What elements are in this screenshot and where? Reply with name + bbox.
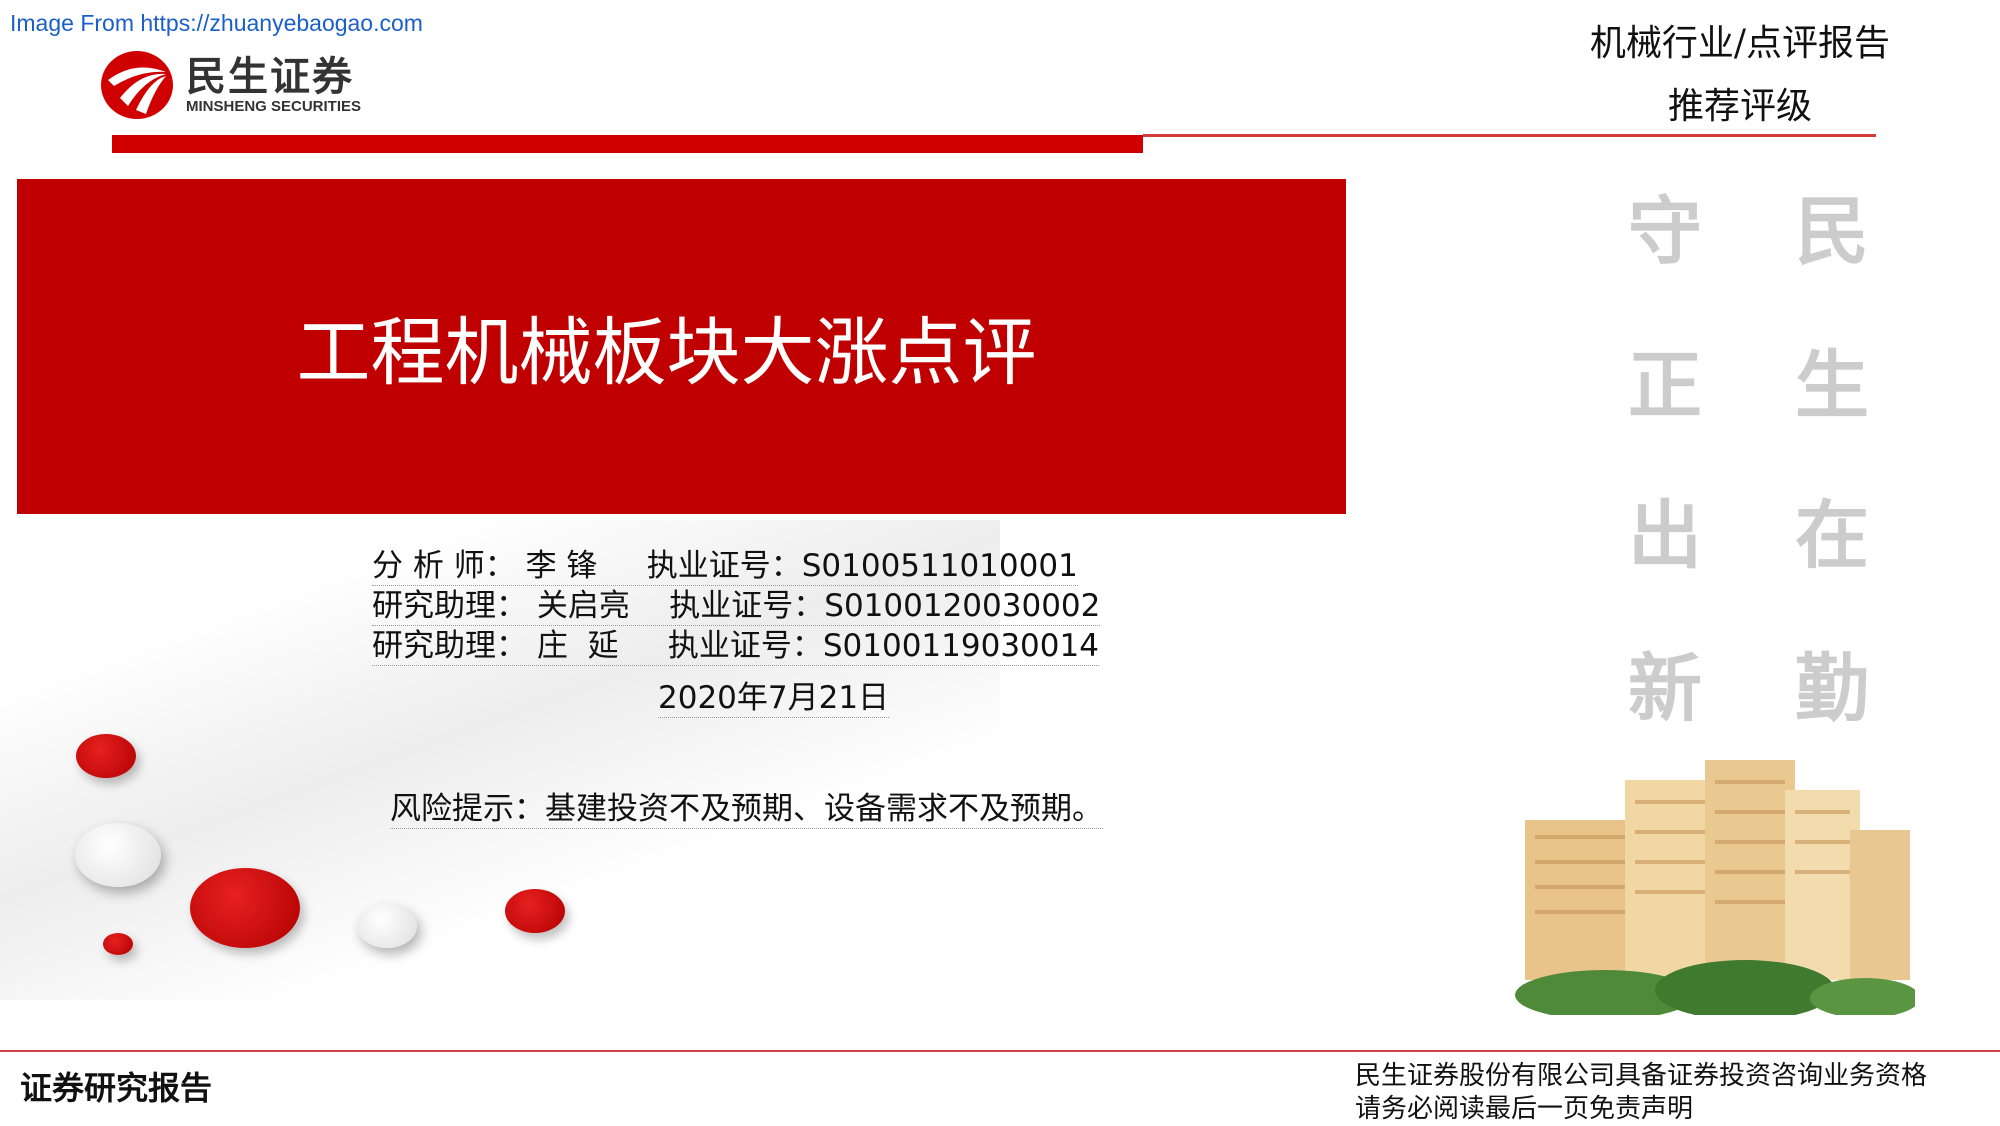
building-image: [1515, 760, 1915, 1015]
decor-dot: [190, 868, 300, 948]
footer-qualification: 民生证券股份有限公司具备证券投资咨询业务资格: [1355, 1061, 1928, 1091]
footer-disclaimer: 请务必阅读最后一页免责声明: [1355, 1094, 1694, 1124]
logo-cn: 民生证券: [186, 53, 354, 100]
report-title: 工程机械板块大涨点评: [296, 310, 1037, 396]
author-line: 研究助理： 庄 延 执业证号：S0100119030014: [372, 620, 1099, 666]
motto-char: 出: [1628, 493, 1702, 579]
decor-dot: [75, 823, 161, 887]
report-category: 机械行业/点评报告: [1589, 23, 1891, 64]
motto-char: 正: [1628, 343, 1702, 429]
motto-char: 勤: [1795, 646, 1869, 732]
decor-dot: [505, 889, 565, 933]
header-red-bar: [112, 135, 1143, 153]
risk-note: 风险提示：基建投资不及预期、设备需求不及预期。: [390, 783, 1103, 829]
rating-label: 推荐评级: [1667, 86, 1812, 127]
motto-char: 守: [1628, 189, 1702, 275]
decor-dot: [103, 933, 133, 955]
motto-char: 新: [1628, 646, 1702, 732]
logo: 民生证券 MINSHENG SECURITIES: [100, 50, 361, 120]
decor-dot: [357, 904, 417, 948]
motto-char: 民: [1795, 189, 1869, 275]
decor-dot: [76, 734, 136, 778]
watermark-link[interactable]: Image From https://zhuanyebaogao.com: [10, 10, 423, 37]
motto-char: 生: [1795, 343, 1869, 429]
header-divider: [1143, 134, 1876, 137]
title-banner: 工程机械板块大涨点评: [17, 179, 1346, 514]
motto-char: 在: [1795, 493, 1869, 579]
logo-emblem-icon: [101, 51, 173, 119]
logo-en: MINSHENG SECURITIES: [186, 97, 362, 115]
report-date: 2020年7月21日: [658, 672, 890, 718]
footer-label: 证券研究报告: [20, 1069, 213, 1107]
footer-divider: [0, 1050, 2000, 1052]
